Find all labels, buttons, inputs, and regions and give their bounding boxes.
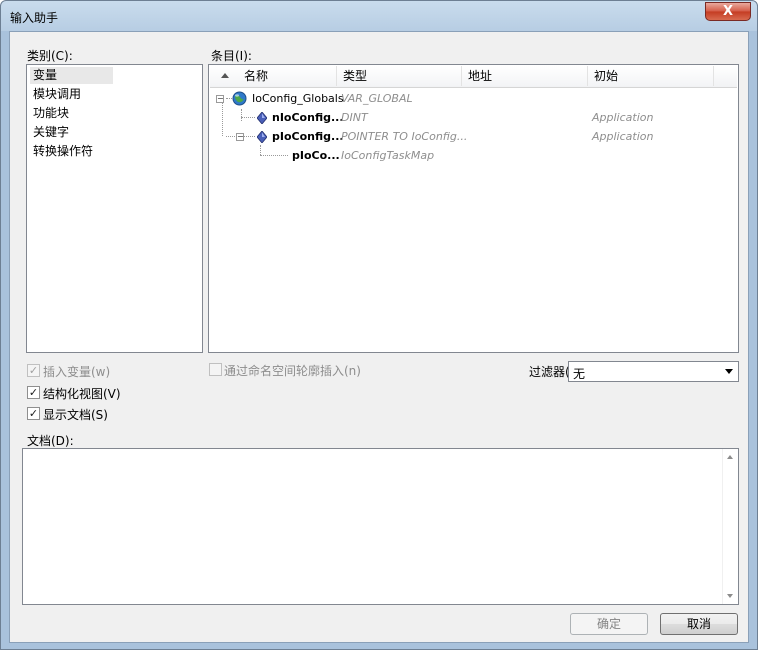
category-item-variables[interactable]: 变量 bbox=[30, 67, 113, 84]
structured-view-label: 结构化视图(V) bbox=[43, 387, 121, 401]
row-type: POINTER TO IoConfig... bbox=[341, 130, 468, 143]
documentation-label: 文档(D): bbox=[27, 434, 74, 448]
row-type: DINT bbox=[341, 111, 368, 124]
row-type: VAR_GLOBAL bbox=[341, 92, 413, 105]
category-item-module-calls[interactable]: 模块调用 bbox=[30, 86, 113, 103]
row-init: Application bbox=[592, 130, 654, 143]
table-row[interactable]: nIoConfig... DINT Application bbox=[209, 108, 719, 127]
filter-value: 无 bbox=[573, 367, 586, 381]
scroll-up-icon[interactable] bbox=[727, 455, 733, 459]
insert-variable-label: 插入变量(w) bbox=[43, 365, 111, 379]
input-assistant-window: 输入助手 X 类别(C): 变量 模块调用 功能块 关键字 转换操作符 条目(I… bbox=[0, 0, 758, 650]
column-type-header[interactable]: 类型 bbox=[337, 66, 462, 86]
table-row[interactable]: − IoConfig_Globals VAR_GLOBAL bbox=[209, 89, 719, 108]
category-item-keywords[interactable]: 关键字 bbox=[30, 124, 113, 141]
documentation-textarea[interactable] bbox=[22, 448, 739, 605]
collapse-icon[interactable]: − bbox=[236, 133, 244, 141]
categories-list[interactable]: 变量 模块调用 功能块 关键字 转换操作符 bbox=[26, 64, 203, 353]
category-item-function-blocks[interactable]: 功能块 bbox=[30, 105, 113, 122]
collapse-icon[interactable]: − bbox=[216, 95, 224, 103]
ok-button[interactable]: 确定 bbox=[570, 613, 648, 635]
filter-dropdown[interactable]: 无 bbox=[568, 361, 739, 382]
row-name: pIoCo... bbox=[292, 149, 340, 162]
table-row[interactable]: pIoCo... IoConfigTaskMap bbox=[209, 146, 719, 165]
table-row[interactable]: − pIoConfig... POINTER TO IoConfig... Ap… bbox=[209, 127, 719, 146]
diamond-variable-icon bbox=[257, 112, 267, 124]
row-name: pIoConfig... bbox=[272, 130, 344, 143]
entries-label: 条目(I): bbox=[211, 49, 252, 63]
scroll-down-icon[interactable] bbox=[727, 594, 733, 598]
row-name: IoConfig_Globals bbox=[252, 92, 344, 105]
namespace-insert-label: 通过命名空间轮廓插入(n) bbox=[224, 364, 361, 378]
globe-icon bbox=[232, 91, 247, 106]
dialog-client: 类别(C): 变量 模块调用 功能块 关键字 转换操作符 条目(I): 名称 类… bbox=[9, 31, 749, 643]
filter-label: 过滤器( bbox=[529, 365, 570, 379]
column-init-header[interactable]: 初始 bbox=[588, 66, 714, 86]
show-docs-checkbox[interactable]: ✓ bbox=[27, 407, 40, 420]
diamond-variable-icon bbox=[257, 131, 267, 143]
chevron-down-icon bbox=[725, 369, 733, 374]
row-name: nIoConfig... bbox=[272, 111, 344, 124]
structured-view-checkbox[interactable]: ✓ bbox=[27, 386, 40, 399]
sort-ascending-icon bbox=[221, 73, 229, 78]
column-address-header[interactable]: 地址 bbox=[462, 66, 588, 86]
title-bar[interactable]: 输入助手 X bbox=[1, 1, 757, 31]
namespace-insert-checkbox[interactable] bbox=[209, 363, 222, 376]
close-button[interactable]: X bbox=[705, 2, 751, 21]
documentation-scrollbar[interactable] bbox=[722, 449, 738, 604]
show-docs-label: 显示文档(S) bbox=[43, 408, 108, 422]
window-title: 输入助手 bbox=[10, 11, 59, 25]
cancel-button[interactable]: 取消 bbox=[660, 613, 738, 635]
category-item-conversion-operators[interactable]: 转换操作符 bbox=[30, 143, 113, 160]
row-type: IoConfigTaskMap bbox=[341, 149, 435, 162]
column-name-header[interactable]: 名称 bbox=[210, 66, 337, 86]
row-init: Application bbox=[592, 111, 654, 124]
entries-tree-table[interactable]: 名称 类型 地址 初始 − IoConfig_Globals VAR_GLOBA… bbox=[208, 64, 739, 353]
categories-label: 类别(C): bbox=[27, 49, 73, 63]
entries-header: 名称 类型 地址 初始 bbox=[210, 66, 737, 88]
insert-variable-checkbox[interactable]: ✓ bbox=[27, 364, 40, 377]
